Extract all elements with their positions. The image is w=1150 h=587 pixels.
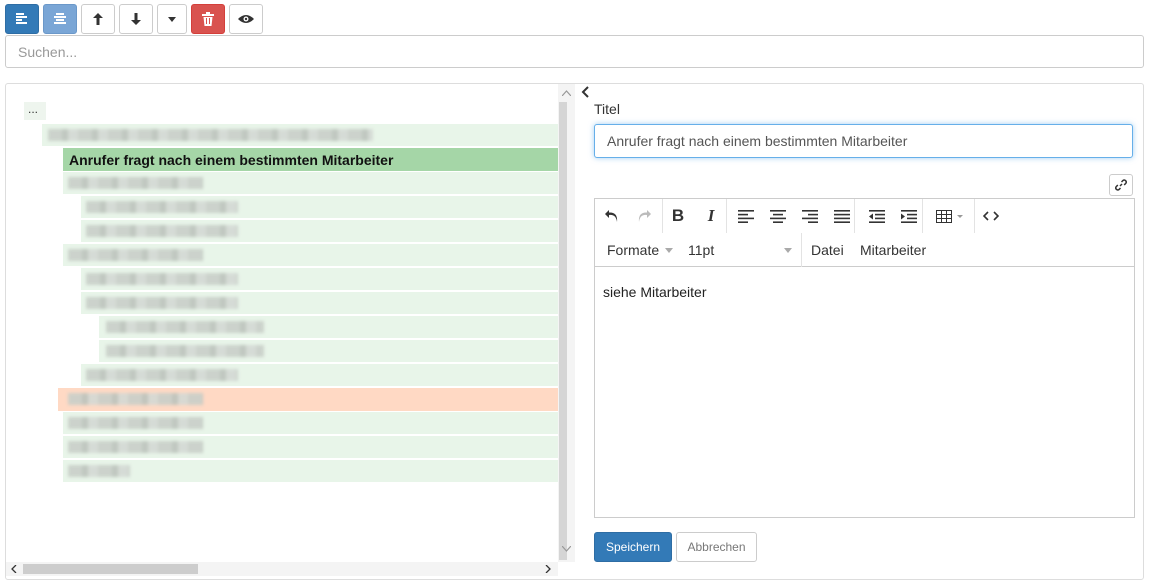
link-button[interactable] [1109, 174, 1133, 196]
tree-node-label-blurred [86, 201, 238, 213]
tree-node-label-blurred [48, 129, 373, 141]
tree-node-label-blurred [86, 297, 238, 309]
indent-icon[interactable] [895, 205, 923, 227]
scroll-left-icon[interactable] [11, 565, 17, 573]
bold-icon[interactable]: B [664, 205, 692, 227]
align-center-text-icon[interactable] [764, 205, 792, 227]
redo-icon[interactable] [630, 205, 658, 227]
justify-text-icon[interactable] [828, 205, 856, 227]
caret-down-icon [784, 247, 792, 253]
link-icon [1115, 179, 1127, 191]
horizontal-scroll-thumb[interactable] [23, 564, 198, 574]
tree-root[interactable]: ... [24, 102, 46, 120]
tree-node-label-blurred [106, 321, 264, 333]
tree-node-label-blurred [86, 225, 238, 237]
dropdown-button[interactable] [157, 4, 187, 34]
search-input[interactable] [5, 35, 1144, 68]
scroll-down-icon[interactable] [562, 546, 571, 552]
arrow-up-icon [93, 13, 103, 25]
align-center-icon [54, 13, 66, 24]
tree-node-label-blurred [86, 369, 238, 381]
employee-menu[interactable]: Mitarbeiter [860, 242, 926, 258]
tree-node-label-blurred [68, 417, 203, 429]
delete-button[interactable] [191, 4, 225, 34]
align-center-button[interactable] [43, 4, 77, 34]
caret-down-icon [665, 247, 674, 253]
tree-node-label-blurred [68, 465, 130, 477]
preview-button[interactable] [229, 4, 263, 34]
tree-node-label-blurred [68, 177, 203, 189]
scroll-up-icon[interactable] [562, 90, 571, 96]
tree-node-label-blurred [68, 393, 203, 405]
tree-node-label-blurred [68, 249, 203, 261]
move-down-button[interactable] [119, 4, 153, 34]
formats-menu[interactable]: Formate [607, 242, 674, 258]
italic-icon[interactable]: I [697, 205, 725, 227]
selected-node-label: Anrufer fragt nach einem bestimmten Mita… [69, 152, 394, 168]
collapse-chevron-icon[interactable] [580, 86, 590, 98]
vertical-scrollbar[interactable] [558, 84, 575, 562]
move-up-button[interactable] [81, 4, 115, 34]
undo-icon[interactable] [598, 205, 626, 227]
title-label: Titel [594, 101, 620, 117]
font-size-select[interactable]: 11pt [688, 242, 792, 258]
scroll-right-icon[interactable] [545, 565, 551, 573]
align-left-icon [16, 13, 27, 24]
align-left-button[interactable] [5, 4, 39, 34]
tree-node-label-blurred [68, 441, 203, 453]
title-input[interactable] [594, 124, 1133, 158]
tree-node[interactable] [63, 460, 558, 482]
eye-icon [238, 15, 254, 23]
tree-node-label-blurred [86, 273, 238, 285]
file-menu[interactable]: Datei [811, 242, 844, 258]
editor-content[interactable]: siehe Mitarbeiter [603, 284, 707, 300]
outdent-icon[interactable] [863, 205, 891, 227]
font-size-label: 11pt [688, 242, 715, 258]
align-left-text-icon[interactable] [732, 205, 760, 227]
cancel-button[interactable]: Abbrechen [676, 532, 757, 562]
horizontal-scrollbar[interactable] [6, 562, 558, 576]
formats-label: Formate [607, 242, 660, 258]
vertical-scroll-thumb[interactable] [559, 102, 567, 560]
tree-view: ... Anrufer fragt nach einem bestimmten … [6, 84, 558, 562]
trash-icon [202, 12, 214, 26]
source-code-icon[interactable] [977, 205, 1005, 227]
tree-node-label-blurred [106, 345, 264, 357]
save-button[interactable]: Speichern [594, 532, 672, 562]
caret-down-icon [168, 16, 176, 22]
align-right-text-icon[interactable] [796, 205, 824, 227]
arrow-down-icon [131, 13, 141, 25]
table-icon[interactable] [932, 205, 968, 227]
